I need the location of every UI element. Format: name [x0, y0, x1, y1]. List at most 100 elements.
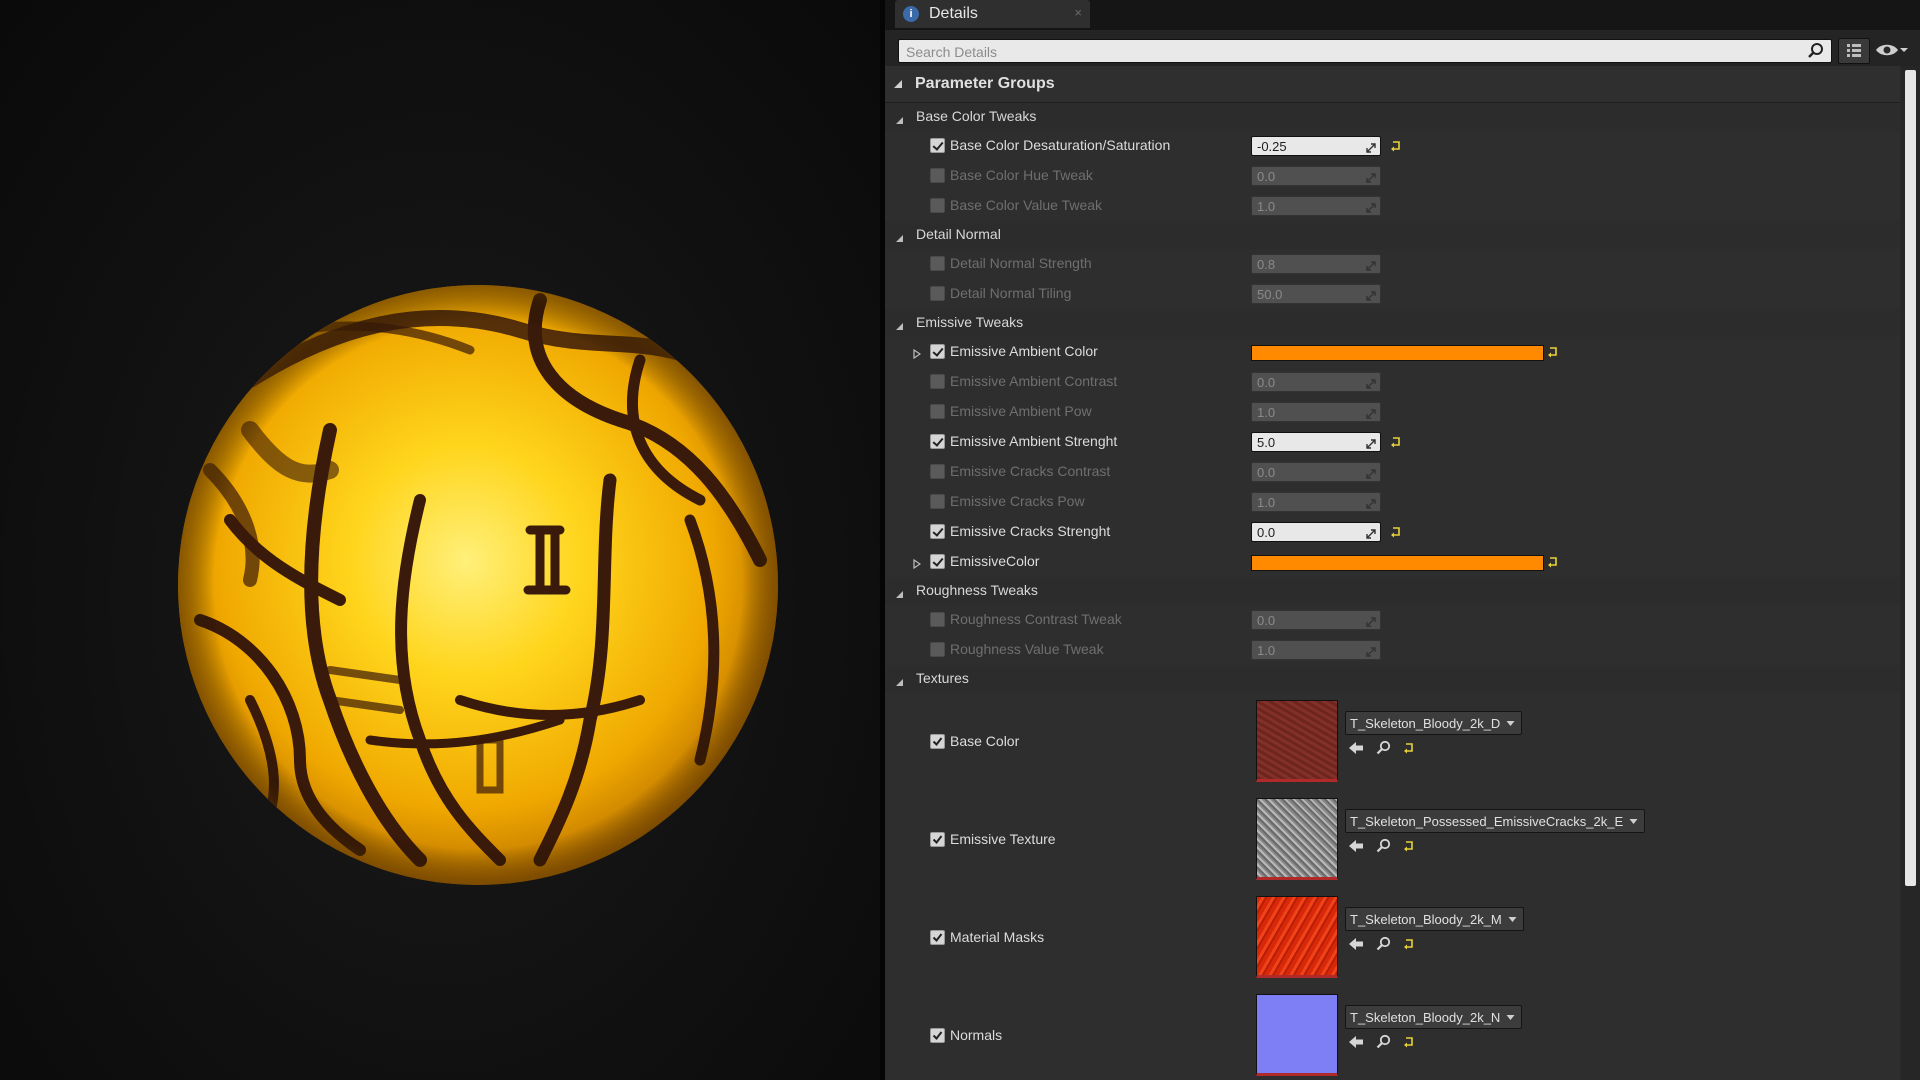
search-icon[interactable] — [1807, 42, 1825, 65]
texture-thumbnail[interactable] — [1256, 994, 1338, 1076]
spin-drag-icon[interactable] — [1366, 406, 1376, 424]
value-field[interactable]: 1.0 — [1251, 492, 1381, 512]
material-preview-viewport[interactable] — [0, 0, 880, 1080]
group-header-roughness-tweaks[interactable]: Roughness Tweaks — [885, 577, 1900, 605]
color-swatch[interactable] — [1251, 345, 1544, 361]
parameter-groups-header[interactable]: Parameter Groups — [885, 66, 1900, 103]
find-in-browser-icon[interactable] — [1376, 936, 1391, 951]
value-field[interactable]: 5.0 — [1251, 432, 1381, 452]
collapse-triangle-icon[interactable] — [895, 230, 904, 248]
value-field[interactable]: 1.0 — [1251, 640, 1381, 660]
override-checkbox[interactable] — [930, 524, 945, 539]
collapse-triangle-icon[interactable] — [895, 586, 904, 604]
spin-drag-icon[interactable] — [1366, 258, 1376, 276]
spin-drag-icon[interactable] — [1366, 376, 1376, 394]
chevron-down-icon — [1506, 1008, 1515, 1026]
use-selected-asset-icon[interactable] — [1348, 1035, 1364, 1049]
color-swatch[interactable] — [1251, 555, 1544, 571]
asset-picker-combo[interactable]: T_Skeleton_Bloody_2k_M — [1345, 907, 1524, 931]
scrollbar-track[interactable] — [1901, 66, 1920, 1080]
use-selected-asset-icon[interactable] — [1348, 741, 1364, 755]
reset-to-default-icon[interactable] — [1403, 1036, 1415, 1048]
value-field[interactable]: 1.0 — [1251, 402, 1381, 422]
reset-to-default-icon[interactable] — [1390, 139, 1402, 157]
search-input[interactable] — [904, 41, 1788, 63]
collapse-triangle-icon[interactable] — [893, 79, 903, 89]
override-checkbox[interactable] — [930, 554, 945, 569]
group-header-base-color-tweaks[interactable]: Base Color Tweaks — [885, 103, 1900, 131]
grid-view-button[interactable] — [1838, 38, 1870, 64]
value-field[interactable]: 0.8 — [1251, 254, 1381, 274]
override-checkbox[interactable] — [930, 734, 945, 749]
override-checkbox[interactable] — [930, 138, 945, 153]
override-checkbox[interactable] — [930, 832, 945, 847]
spin-drag-icon[interactable] — [1366, 170, 1376, 188]
texture-thumbnail[interactable] — [1256, 700, 1338, 782]
spin-drag-icon[interactable] — [1366, 466, 1376, 484]
value-field[interactable]: 0.0 — [1251, 522, 1381, 542]
spin-drag-icon[interactable] — [1366, 288, 1376, 306]
reset-to-default-icon[interactable] — [1403, 840, 1415, 852]
expand-arrow-icon[interactable] — [913, 346, 922, 364]
texture-thumbnail[interactable] — [1256, 896, 1338, 978]
reset-to-default-icon[interactable] — [1547, 345, 1559, 363]
search-box[interactable] — [898, 39, 1832, 63]
override-checkbox[interactable] — [930, 464, 945, 479]
value-field[interactable]: -0.25 — [1251, 136, 1381, 156]
collapse-triangle-icon[interactable] — [895, 318, 904, 336]
spin-drag-icon[interactable] — [1366, 614, 1376, 632]
spin-drag-icon[interactable] — [1366, 436, 1376, 454]
group-header-detail-normal[interactable]: Detail Normal — [885, 221, 1900, 249]
spin-drag-icon[interactable] — [1366, 644, 1376, 662]
override-checkbox[interactable] — [930, 1028, 945, 1043]
asset-picker-combo[interactable]: T_Skeleton_Bloody_2k_N — [1345, 1005, 1523, 1029]
tab-bar: i Details × — [885, 0, 1920, 30]
group-header-emissive-tweaks[interactable]: Emissive Tweaks — [885, 309, 1900, 337]
group-header-textures[interactable]: Textures — [885, 665, 1900, 693]
reset-to-default-icon[interactable] — [1390, 435, 1402, 453]
collapse-triangle-icon[interactable] — [895, 674, 904, 692]
expand-arrow-icon[interactable] — [913, 556, 922, 574]
find-in-browser-icon[interactable] — [1376, 1034, 1391, 1049]
override-checkbox[interactable] — [930, 286, 945, 301]
spin-drag-icon[interactable] — [1366, 496, 1376, 514]
scrollbar-thumb[interactable] — [1905, 70, 1916, 886]
spin-drag-icon[interactable] — [1366, 526, 1376, 544]
override-checkbox[interactable] — [930, 434, 945, 449]
override-checkbox[interactable] — [930, 374, 945, 389]
tab-details[interactable]: i Details × — [895, 0, 1090, 28]
override-checkbox[interactable] — [930, 198, 945, 213]
find-in-browser-icon[interactable] — [1376, 740, 1391, 755]
value-field[interactable]: 0.0 — [1251, 610, 1381, 630]
reset-to-default-icon[interactable] — [1547, 555, 1559, 573]
override-checkbox[interactable] — [930, 494, 945, 509]
value-field[interactable]: 0.0 — [1251, 166, 1381, 186]
override-checkbox[interactable] — [930, 930, 945, 945]
value-field[interactable]: 1.0 — [1251, 196, 1381, 216]
view-options-button[interactable] — [1875, 40, 1915, 60]
use-selected-asset-icon[interactable] — [1348, 937, 1364, 951]
asset-picker-combo[interactable]: T_Skeleton_Bloody_2k_D — [1345, 711, 1523, 735]
find-in-browser-icon[interactable] — [1376, 838, 1391, 853]
override-checkbox[interactable] — [930, 256, 945, 271]
param-row-base-color-desaturation-saturation: Base Color Desaturation/Saturation -0.25 — [885, 131, 1900, 161]
override-checkbox[interactable] — [930, 642, 945, 657]
reset-to-default-icon[interactable] — [1403, 742, 1415, 754]
value-field[interactable]: 0.0 — [1251, 372, 1381, 392]
value-field[interactable]: 0.0 — [1251, 462, 1381, 482]
spin-drag-icon[interactable] — [1366, 200, 1376, 218]
use-selected-asset-icon[interactable] — [1348, 839, 1364, 853]
override-checkbox[interactable] — [930, 612, 945, 627]
value-field[interactable]: 50.0 — [1251, 284, 1381, 304]
reset-to-default-icon[interactable] — [1403, 938, 1415, 950]
texture-thumbnail[interactable] — [1256, 798, 1338, 880]
override-checkbox[interactable] — [930, 344, 945, 359]
texture-label: Material Masks — [950, 929, 1045, 945]
collapse-triangle-icon[interactable] — [895, 112, 904, 130]
spin-drag-icon[interactable] — [1366, 140, 1376, 158]
asset-picker-combo[interactable]: T_Skeleton_Possessed_EmissiveCracks_2k_E — [1345, 809, 1646, 833]
override-checkbox[interactable] — [930, 404, 945, 419]
reset-to-default-icon[interactable] — [1390, 525, 1402, 543]
close-tab-icon[interactable]: × — [1074, 5, 1082, 20]
override-checkbox[interactable] — [930, 168, 945, 183]
